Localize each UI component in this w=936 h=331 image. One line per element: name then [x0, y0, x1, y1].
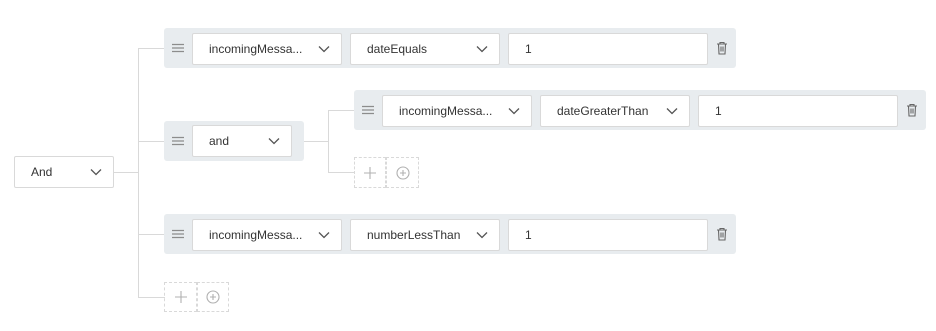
drag-handle-icon[interactable]	[172, 228, 184, 240]
add-group-button[interactable]	[197, 282, 229, 312]
root-operator-label: And	[31, 165, 53, 179]
tree-connector-rule3	[138, 234, 165, 235]
chevron-down-icon	[318, 46, 330, 53]
chevron-down-icon	[268, 138, 280, 145]
operator-select[interactable]: dateEquals	[350, 33, 500, 65]
tree-connector-group	[138, 141, 165, 142]
value-text: 1	[715, 104, 722, 118]
tree-connector-root	[113, 172, 139, 173]
root-operator-select[interactable]: And	[14, 156, 114, 188]
field-select[interactable]: incomingMessa...	[192, 219, 342, 251]
plus-icon	[364, 166, 376, 179]
trash-icon[interactable]	[906, 103, 918, 117]
trash-icon[interactable]	[716, 41, 728, 55]
value-input[interactable]: 1	[508, 219, 708, 251]
add-group-button[interactable]	[386, 157, 419, 188]
operator-label: dateEquals	[367, 42, 428, 56]
drag-handle-icon[interactable]	[172, 135, 184, 147]
field-label: incomingMessa...	[209, 228, 303, 242]
add-rule-button[interactable]	[354, 157, 386, 188]
add-rule-button[interactable]	[164, 282, 197, 312]
field-select[interactable]: incomingMessa...	[382, 95, 532, 127]
tree-connector-group-out	[302, 141, 329, 142]
plus-icon	[174, 291, 187, 303]
field-select[interactable]: incomingMessa...	[192, 33, 342, 65]
trash-icon[interactable]	[716, 227, 728, 241]
circle-plus-icon	[206, 290, 220, 304]
tree-connector-nested-add	[328, 172, 354, 173]
group-operator-label: and	[209, 134, 230, 148]
chevron-down-icon	[318, 232, 330, 239]
value-text: 1	[525, 42, 532, 56]
field-label: incomingMessa...	[209, 42, 303, 56]
tree-connector-add	[138, 297, 165, 298]
value-text: 1	[525, 228, 532, 242]
group-operator-select[interactable]: and	[192, 125, 292, 157]
chevron-down-icon	[90, 169, 102, 176]
drag-handle-icon[interactable]	[362, 104, 374, 116]
value-input[interactable]: 1	[508, 33, 708, 65]
operator-label: dateGreaterThan	[557, 104, 649, 118]
operator-select[interactable]: dateGreaterThan	[540, 95, 690, 127]
chevron-down-icon	[476, 46, 488, 53]
operator-select[interactable]: numberLessThan	[350, 219, 500, 251]
operator-label: numberLessThan	[367, 228, 461, 242]
rule-card: incomingMessa... numberLessThan 1	[164, 214, 736, 254]
group-card: and	[164, 121, 304, 161]
circle-plus-icon	[395, 165, 410, 180]
chevron-down-icon	[476, 232, 488, 239]
tree-connector-rule1	[138, 48, 165, 49]
tree-connector-nested-rule	[328, 110, 354, 111]
field-label: incomingMessa...	[399, 104, 493, 118]
value-input[interactable]: 1	[698, 95, 898, 127]
rule-card: incomingMessa... dateEquals 1	[164, 28, 736, 68]
tree-connector-nested	[328, 110, 329, 173]
chevron-down-icon	[508, 108, 520, 115]
drag-handle-icon[interactable]	[172, 42, 184, 54]
nested-rule-card: incomingMessa... dateGreaterThan 1	[354, 90, 926, 130]
chevron-down-icon	[666, 108, 678, 115]
